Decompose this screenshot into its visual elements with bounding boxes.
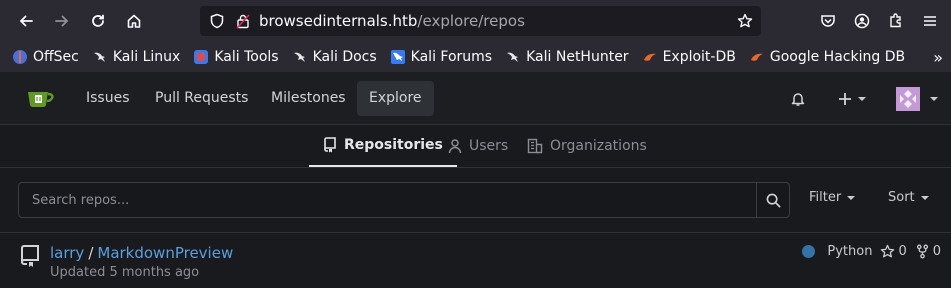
chevron-down-icon [930,96,938,101]
chevron-down-icon [920,195,929,200]
home-button[interactable] [116,0,152,42]
bell-icon [791,92,805,106]
nav-pull-requests[interactable]: Pull Requests [143,81,260,116]
url-text[interactable]: browsedinternals.htb/explore/repos [259,12,525,30]
create-new-button[interactable] [838,72,866,125]
bookmark-label: OffSec [33,49,79,65]
tab-label: Repositories [344,137,443,153]
tab-label: Users [469,138,509,154]
kali-dragon-icon [292,49,308,65]
nav-issues[interactable]: Issues [74,81,142,116]
url-host: browsedinternals.htb [259,12,418,30]
tab-label: Organizations [550,138,647,154]
search-input[interactable] [19,183,756,217]
bookmark-kali-forums[interactable]: Kali Forums [390,49,492,65]
repo-name-link[interactable]: MarkdownPreview [97,244,233,262]
nav-explore[interactable]: Explore [357,81,434,116]
fork-icon[interactable] [916,244,929,259]
puzzle-icon [890,13,901,28]
repo-separator: / [88,244,94,262]
back-arrow-icon [19,15,33,27]
bookmark-kali-docs[interactable]: Kali Docs [292,49,377,65]
repo-title: larry / MarkdownPreview [50,244,233,262]
pocket-icon [821,15,835,27]
bookmark-label: Kali Forums [410,49,493,65]
reload-icon [92,14,104,27]
search-icon [766,193,780,207]
star-count[interactable]: 0 [898,244,906,259]
insecure-lock-icon [236,14,250,29]
tab-repositories[interactable]: Repositories [309,125,457,167]
organization-icon [527,138,543,154]
kali-forums-icon [390,49,406,65]
person-icon [448,139,462,154]
sort-dropdown[interactable]: Sort [888,190,929,205]
language-color-dot [802,245,816,258]
bookmark-label: Kali Tools [214,49,279,65]
filter-label: Filter [809,190,842,205]
kali-dragon-icon [92,49,108,65]
repo-meta: Python 0 0 [802,244,941,259]
back-button[interactable] [8,0,44,42]
account-icon [854,13,870,29]
shield-icon [210,13,224,29]
bookmark-kali-nethunter[interactable]: Kali NetHunter [505,49,629,65]
forward-button[interactable] [44,0,80,42]
tab-users[interactable]: Users [448,125,508,167]
exploitdb-icon [642,49,658,65]
bookmarks-bar: OffSec Kali Linux Kali Tools Kali Docs K… [0,42,951,72]
account-button[interactable] [845,0,879,42]
fork-count[interactable]: 0 [933,244,941,259]
bookmark-label: Google Hacking DB [769,49,906,65]
chevron-down-icon [847,195,856,200]
gitea-logo-icon[interactable] [25,86,55,110]
reload-button[interactable] [80,0,116,42]
bookmark-label: Kali Linux [112,49,181,65]
bookmark-label: Kali NetHunter [526,49,629,65]
kali-tools-icon [193,49,209,65]
repo-search-form [18,182,790,218]
star-icon[interactable] [880,244,895,259]
bookmark-exploit-db[interactable]: Exploit-DB [642,49,736,65]
menu-button[interactable] [913,0,947,42]
forward-arrow-icon [55,15,69,27]
url-bar[interactable]: browsedinternals.htb/explore/repos [200,6,761,36]
bookmark-kali-tools[interactable]: Kali Tools [193,49,279,65]
explore-tabs: Repositories Users Organizations [0,125,951,168]
kali-dragon-icon [505,49,521,65]
repo-icon [20,245,40,267]
bookmark-star-icon[interactable] [737,13,753,29]
extensions-button[interactable] [879,0,913,42]
chevron-down-icon [858,96,866,101]
avatar [896,86,920,111]
tabs-divider [0,167,951,168]
sort-label: Sort [888,190,915,205]
user-menu-button[interactable] [896,72,938,125]
bookmark-google-hacking-db[interactable]: Google Hacking DB [749,49,905,65]
bookmark-label: Kali Docs [312,49,377,65]
offsec-icon [12,49,28,65]
repo-icon [324,137,336,153]
nav-milestones[interactable]: Milestones [259,81,358,116]
browser-toolbar: browsedinternals.htb/explore/repos [0,0,951,42]
url-path: /explore/repos [417,12,525,30]
exploitdb-icon [749,49,765,65]
bookmark-offsec[interactable]: OffSec [12,49,79,65]
bookmark-kali-linux[interactable]: Kali Linux [92,49,180,65]
search-button[interactable] [756,183,789,217]
tab-organizations[interactable]: Organizations [527,125,647,167]
pocket-button[interactable] [811,0,845,42]
plus-icon [839,92,851,105]
site-navbar: Issues Pull Requests Milestones Explore [0,72,951,125]
repo-language: Python [827,244,873,259]
bookmarks-overflow-icon[interactable]: » [933,48,943,67]
repo-updated: Updated 5 months ago [50,265,200,280]
hamburger-icon [924,16,936,26]
notifications-button[interactable] [790,72,806,125]
list-divider [0,232,951,233]
filter-dropdown[interactable]: Filter [809,190,856,205]
repo-owner-link[interactable]: larry [50,244,84,262]
home-icon [127,14,141,28]
bookmark-label: Exploit-DB [662,49,736,65]
